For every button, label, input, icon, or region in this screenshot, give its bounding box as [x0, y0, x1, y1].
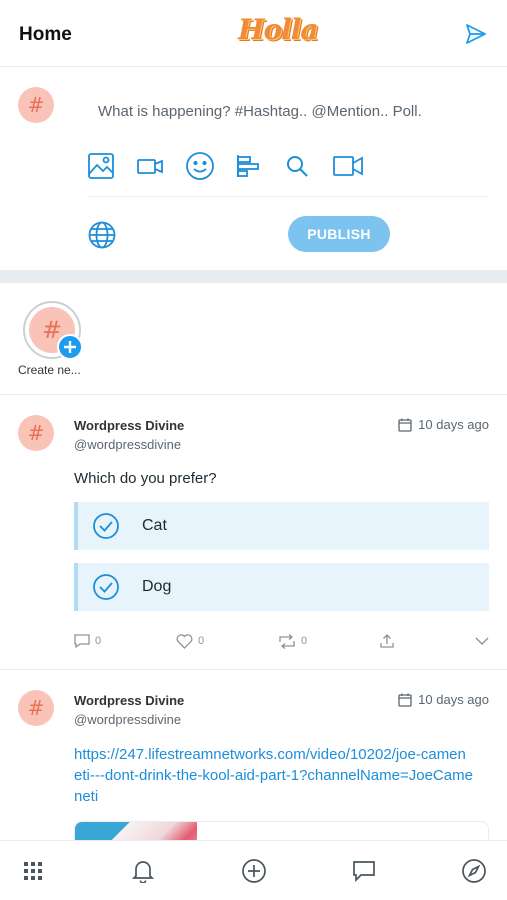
chevron-down-icon	[475, 637, 489, 645]
like-count: 0	[198, 635, 205, 647]
composer-divider	[87, 196, 489, 197]
section-separator	[0, 270, 507, 283]
author-handle: @wordpressdivine	[74, 712, 182, 727]
video-icon[interactable]	[332, 150, 381, 182]
post-time: 10 days ago	[398, 417, 489, 432]
poll-option[interactable]: Dog	[74, 563, 489, 611]
send-icon[interactable]	[464, 22, 488, 46]
create-story-label: Create ne...	[18, 363, 81, 377]
user-avatar[interactable]: #	[18, 87, 54, 123]
page-title: Home	[19, 24, 72, 45]
share-button[interactable]	[380, 634, 472, 648]
author-name[interactable]: Wordpress Divine	[74, 418, 184, 433]
add-story-icon[interactable]	[57, 334, 83, 360]
post-actions: 0 0 0	[74, 631, 489, 651]
composer-toolbar	[87, 150, 381, 182]
comment-icon	[74, 633, 90, 648]
calendar-icon	[398, 693, 412, 707]
poll-option-label: Cat	[142, 517, 167, 534]
compose-input[interactable]: What is happening? #Hashtag.. @Mention..…	[98, 103, 422, 120]
stories-row: # Create ne...	[0, 283, 507, 395]
bottom-nav	[0, 840, 507, 900]
heart-icon	[176, 633, 193, 649]
app-logo[interactable]: Holla	[238, 13, 319, 46]
poll-bars-icon[interactable]	[234, 150, 283, 182]
repost-count: 0	[301, 635, 308, 647]
feed-post: # Wordpress Divine @wordpressdivine 10 d…	[0, 396, 507, 670]
feed-post: # Wordpress Divine @wordpressdivine 10 d…	[0, 671, 507, 881]
chat-icon[interactable]	[351, 858, 377, 884]
post-time-text: 10 days ago	[418, 692, 489, 707]
like-button[interactable]: 0	[176, 633, 278, 649]
post-link[interactable]: https://247.lifestreamnetworks.com/video…	[74, 744, 474, 807]
author-name[interactable]: Wordpress Divine	[74, 693, 184, 708]
search-icon[interactable]	[283, 150, 332, 182]
image-icon[interactable]	[87, 150, 136, 182]
post-time-text: 10 days ago	[418, 417, 489, 432]
comment-button[interactable]: 0	[74, 633, 176, 649]
post-composer: # What is happening? #Hashtag.. @Mention…	[0, 68, 507, 270]
calendar-icon	[398, 418, 412, 432]
bell-icon[interactable]	[130, 858, 156, 884]
apps-grid-icon[interactable]	[20, 858, 46, 884]
poll-option[interactable]: Cat	[74, 502, 489, 550]
plus-circle-icon[interactable]	[241, 858, 267, 884]
post-time: 10 days ago	[398, 692, 489, 707]
video-camera-icon[interactable]	[136, 150, 185, 182]
poll-option-label: Dog	[142, 578, 172, 595]
check-circle-icon	[93, 513, 119, 539]
comment-count: 0	[95, 635, 102, 647]
post-link-text[interactable]: https://247.lifestreamnetworks.com/video…	[74, 746, 473, 805]
repost-button[interactable]: 0	[278, 633, 380, 649]
top-bar: Home Holla	[0, 0, 507, 67]
publish-button[interactable]: PUBLISH	[288, 216, 390, 252]
author-handle: @wordpressdivine	[74, 437, 182, 452]
author-avatar[interactable]: #	[18, 690, 54, 726]
post-text: Which do you prefer?	[74, 470, 217, 487]
repost-icon	[279, 633, 295, 649]
globe-icon[interactable]	[87, 220, 117, 250]
check-circle-icon	[93, 574, 119, 600]
post-menu-button[interactable]	[475, 636, 489, 646]
author-avatar[interactable]: #	[18, 415, 54, 451]
smile-icon[interactable]	[185, 150, 234, 182]
compass-icon[interactable]	[461, 858, 487, 884]
upload-icon	[380, 634, 394, 648]
